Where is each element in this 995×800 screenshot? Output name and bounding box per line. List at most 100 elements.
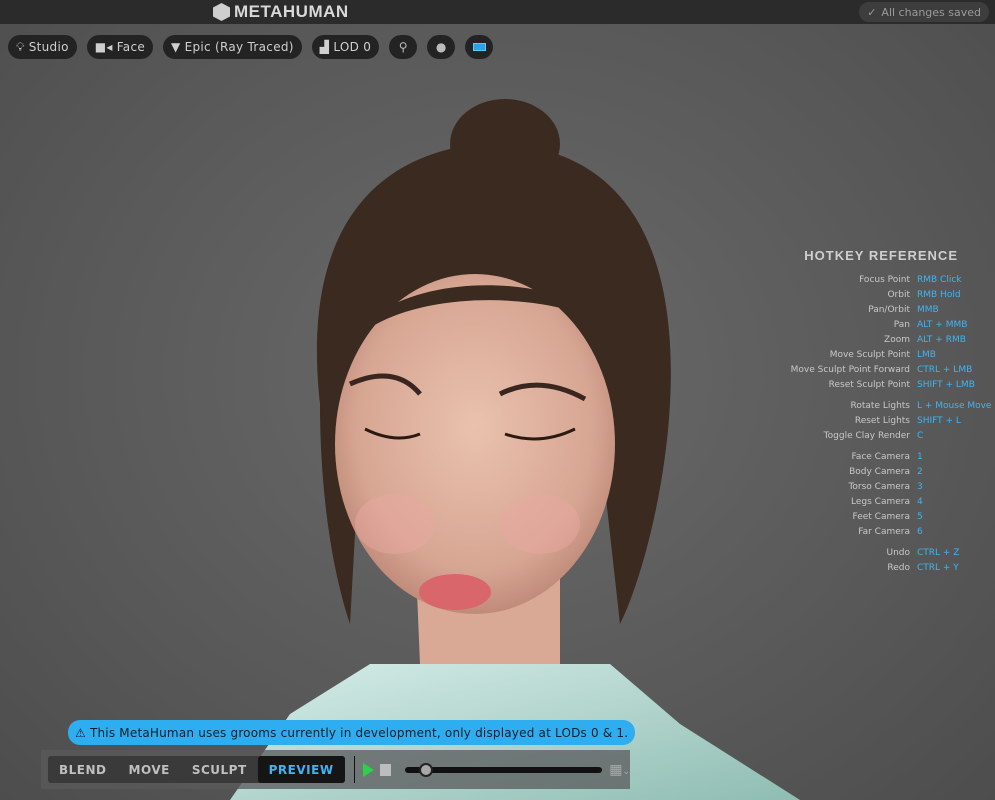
hotkey-action: Orbit	[887, 289, 910, 300]
hotkey-row: Feet Camera 5	[780, 509, 995, 524]
save-status-text: All changes saved	[881, 5, 981, 19]
hotkey-action: Feet Camera	[852, 511, 910, 522]
hotkey-row: Focus Point RMB Click	[780, 272, 995, 287]
hotkey-action: Rotate Lights	[850, 400, 910, 411]
hotkey-key: 5	[917, 511, 923, 522]
hotkey-row: Redo CTRL + Y	[780, 560, 995, 575]
hotkey-title: HOTKEY REFERENCE	[804, 248, 958, 263]
diamond-icon: ▼	[171, 40, 181, 54]
hotkey-row: Reset Sculpt Point SHIFT + LMB	[780, 377, 995, 392]
hotkey-key: CTRL + LMB	[917, 364, 973, 375]
hotkey-action: Pan	[893, 319, 910, 330]
hotkey-key: 3	[917, 481, 923, 492]
play-button[interactable]	[363, 762, 375, 777]
save-status: ✓ All changes saved	[859, 2, 989, 22]
viewport-toolbar: 💡︎ Studio ■◂ Face ▼ Epic (Ray Traced) ▟ LOD …	[8, 35, 494, 59]
quality-button[interactable]: ▼ Epic (Ray Traced)	[163, 35, 302, 59]
animation-select[interactable]: ▦⌄	[609, 762, 630, 778]
hotkey-row: Toggle Clay Render C	[780, 428, 995, 443]
keyboard-icon	[472, 43, 486, 51]
hotkey-row: Orbit RMB Hold	[780, 287, 995, 302]
hotkey-key: CTRL + Z	[917, 547, 960, 558]
dna-button[interactable]: ⚲	[389, 35, 418, 59]
hotkey-row: Undo CTRL + Z	[780, 545, 995, 560]
hotkey-row: Pan/Orbit MMB	[780, 302, 995, 317]
hotkey-row: Body Camera 2	[780, 464, 995, 479]
hotkey-action: Reset Lights	[854, 415, 910, 426]
keyboard-button[interactable]	[465, 35, 494, 59]
hotkey-row: Legs Camera 4	[780, 494, 995, 509]
hotkey-action: Undo	[886, 547, 910, 558]
hotkey-key: RMB Click	[917, 274, 962, 285]
hotkey-key: SHIFT + L	[917, 415, 961, 426]
hotkey-action: Far Camera	[858, 526, 910, 537]
hotkey-action: Legs Camera	[851, 496, 910, 507]
lod-button[interactable]: ▟ LOD 0	[311, 35, 380, 59]
hotkey-key: 4	[917, 496, 923, 507]
camera-icon: ■◂	[94, 40, 113, 54]
dna-icon: ⚲	[398, 40, 408, 54]
timeline-thumb[interactable]	[419, 762, 434, 777]
lod-icon: ▟	[319, 40, 330, 54]
tab-sculpt[interactable]: SCULPT	[181, 756, 258, 783]
hotkey-action: Zoom	[884, 334, 910, 345]
lighting-button[interactable]: 💡︎ Studio	[8, 35, 77, 59]
hotkey-action: Focus Point	[859, 274, 910, 285]
hotkey-action: Redo	[887, 562, 910, 573]
tab-move[interactable]: MOVE	[118, 756, 181, 783]
hotkey-row: Rotate Lights L + Mouse Move	[780, 398, 995, 413]
hotkey-row: Zoom ALT + RMB	[780, 332, 995, 347]
stop-button[interactable]	[380, 763, 391, 776]
lod-label: LOD 0	[333, 40, 372, 54]
hotkey-action: Face Camera	[851, 451, 910, 462]
warning-icon: ⚠	[75, 725, 86, 740]
hotkey-action: Torso Camera	[848, 481, 910, 492]
head-icon: ●	[435, 40, 447, 54]
hotkey-key: SHIFT + LMB	[917, 379, 975, 390]
hotkey-key: 1	[917, 451, 923, 462]
hotkey-key: LMB	[917, 349, 936, 360]
hotkey-key: L + Mouse Move	[917, 400, 992, 411]
divider	[353, 756, 355, 783]
logo-icon	[213, 3, 230, 21]
check-circle-icon: ✓	[867, 5, 877, 19]
hotkey-action: Move Sculpt Point Forward	[790, 364, 910, 375]
hotkey-action: Toggle Clay Render	[823, 430, 910, 441]
hotkey-key: C	[917, 430, 924, 441]
warning-text: This MetaHuman uses grooms currently in …	[89, 725, 629, 740]
hotkey-key: 2	[917, 466, 923, 477]
hotkey-row: Far Camera 6	[780, 524, 995, 539]
hotkey-action: Body Camera	[849, 466, 910, 477]
hotkey-action: Pan/Orbit	[868, 304, 910, 315]
mode-tabs: BLEND MOVE SCULPT PREVIEW	[48, 756, 345, 783]
hotkey-action: Move Sculpt Point	[829, 349, 910, 360]
hotkey-key: MMB	[917, 304, 939, 315]
hotkey-row: Pan ALT + MMB	[780, 317, 995, 332]
lightbulb-icon: 💡︎	[16, 39, 25, 54]
top-bar: METAHUMAN ✓ All changes saved	[0, 0, 995, 24]
hotkey-key: ALT + MMB	[917, 319, 968, 330]
chevron-down-icon: ⌄	[622, 766, 630, 777]
tab-preview[interactable]: PREVIEW	[257, 756, 345, 783]
hotkey-key: RMB Hold	[917, 289, 961, 300]
quality-label: Epic (Ray Traced)	[184, 40, 294, 54]
camera-button[interactable]: ■◂ Face	[86, 35, 154, 59]
head-button[interactable]: ●	[427, 35, 456, 59]
timeline-slider[interactable]	[404, 762, 603, 777]
metahuman-logo: METAHUMAN	[213, 2, 349, 22]
hotkey-reference: HOTKEY REFERENCE Focus Point RMB Click Orb…	[780, 248, 995, 575]
bottom-bar: BLEND MOVE SCULPT PREVIEW ▦⌄	[41, 750, 630, 789]
hotkey-key: CTRL + Y	[917, 562, 959, 573]
hotkey-row: Move Sculpt Point LMB	[780, 347, 995, 362]
hotkey-row: Reset Lights SHIFT + L	[780, 413, 995, 428]
tab-blend[interactable]: BLEND	[48, 756, 118, 783]
hotkey-action: Reset Sculpt Point	[828, 379, 910, 390]
lighting-label: Studio	[28, 40, 69, 54]
film-icon: ▦	[609, 761, 623, 778]
hotkey-key: ALT + RMB	[917, 334, 966, 345]
logo-text: METAHUMAN	[234, 2, 349, 21]
hotkey-row: Move Sculpt Point Forward CTRL + LMB	[780, 362, 995, 377]
camera-label: Face	[116, 40, 146, 54]
hotkey-row: Face Camera 1	[780, 449, 995, 464]
hotkey-key: 6	[917, 526, 923, 537]
